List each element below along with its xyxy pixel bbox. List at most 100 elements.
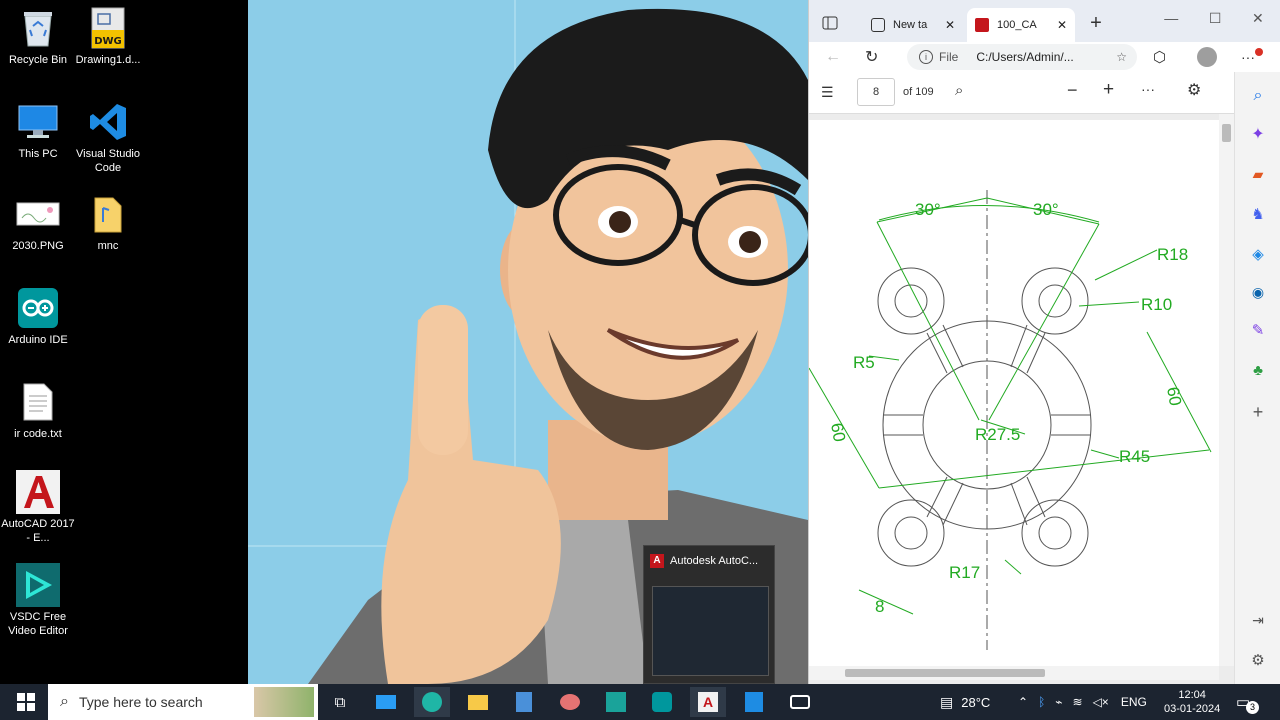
scrollbar-thumb[interactable] [1222, 124, 1231, 142]
close-icon[interactable]: ✕ [1057, 18, 1067, 32]
desktop-icon-mnc[interactable]: mnc [70, 192, 146, 253]
bluetooth-icon[interactable]: ᛒ [1038, 695, 1045, 709]
more-menu-icon[interactable]: ··· [1241, 49, 1255, 65]
tab-pdf[interactable]: 100_CA ✕ [967, 8, 1075, 42]
desktop-icon-drawing1[interactable]: DWG Drawing1.d... [70, 6, 146, 67]
close-window-icon[interactable]: ✕ [1252, 10, 1264, 27]
text-file-icon [16, 380, 60, 424]
desktop-icon-vscode[interactable]: Visual Studio Code [70, 100, 146, 175]
favorite-star-icon[interactable]: ☆ [1116, 50, 1127, 64]
desktop-icon-this-pc[interactable]: This PC [0, 100, 76, 161]
angle-arc [878, 205, 1100, 223]
desktop-icon-label: ir code.txt [14, 428, 62, 440]
desktop-icon-label: VSDC Free Video Editor [8, 611, 68, 637]
hide-sidebar-icon[interactable]: ⇥ [1235, 608, 1280, 632]
scrollbar-thumb[interactable] [845, 669, 1045, 677]
wifi-icon[interactable]: ≋ [1073, 695, 1083, 709]
add-sidebar-app-icon[interactable]: + [1235, 400, 1280, 424]
vertical-scrollbar[interactable] [1219, 114, 1234, 666]
minimize-icon[interactable]: — [1164, 10, 1178, 27]
new-tab-button[interactable]: + [1081, 8, 1111, 38]
refresh-icon[interactable]: ↻ [865, 47, 878, 67]
dwg-file-icon: DWG [86, 6, 130, 50]
url-field[interactable]: i File C:/Users/Admin/... ☆ [907, 44, 1137, 70]
start-button[interactable] [8, 687, 44, 717]
lobe-arc [1021, 267, 1089, 335]
autocad-taskbar-icon[interactable]: A [690, 687, 726, 717]
arduino-taskbar-icon[interactable] [644, 687, 680, 717]
zoom-out-icon[interactable]: − [1067, 80, 1078, 101]
preview-title: Autodesk AutoC... [670, 555, 759, 567]
desktop-icon-2030-png[interactable]: 2030.PNG [0, 192, 76, 253]
mail-app-icon[interactable] [368, 687, 404, 717]
dimension-label: 8 [875, 597, 884, 616]
leader-line [1004, 559, 1022, 575]
office-icon[interactable]: ◈ [1235, 242, 1280, 266]
this-pc-icon [16, 100, 60, 144]
clock[interactable]: 12:04 03-01-2024 [1164, 684, 1220, 720]
volume-muted-icon[interactable]: ◁× [1093, 695, 1109, 709]
notification-dot-icon [1255, 48, 1263, 56]
vsdc-taskbar-icon[interactable] [598, 687, 634, 717]
rib-line [942, 482, 964, 526]
taskbar-search-box[interactable]: ⌕ Type here to search [48, 684, 318, 720]
leader-line [1090, 449, 1120, 459]
usb-icon[interactable]: ⌁ [1055, 695, 1062, 709]
settings-icon[interactable]: ⚙ [1187, 80, 1201, 100]
vscode-taskbar-icon[interactable] [736, 687, 772, 717]
desktop-icon-autocad[interactable]: AutoCAD 2017 - E... [0, 470, 76, 545]
taskbar-preview-autocad[interactable]: A Autodesk AutoC... [643, 545, 775, 684]
clock-date: 03-01-2024 [1164, 703, 1221, 715]
desktop-icon-ir-code[interactable]: ir code.txt [0, 380, 76, 441]
address-bar: ← ↻ i File C:/Users/Admin/... ☆ ⬡ ··· [809, 42, 1280, 72]
tools-icon[interactable]: ♞ [1235, 202, 1280, 226]
shopping-icon[interactable]: ▰ [1235, 162, 1280, 186]
copilot-icon[interactable]: ✦ [1235, 122, 1280, 146]
designer-icon[interactable]: ✎ [1235, 318, 1280, 342]
file-explorer-icon[interactable] [460, 687, 496, 717]
maximize-icon[interactable]: ☐ [1209, 10, 1222, 27]
folder-icon [86, 192, 130, 236]
desktop-icon-recycle-bin[interactable]: Recycle Bin [0, 6, 76, 67]
extensions-icon[interactable]: ⬡ [1153, 48, 1166, 66]
horizontal-scrollbar[interactable] [809, 666, 1219, 680]
search-icon[interactable]: ⌕ [1235, 84, 1280, 108]
search-icon: ⌕ [60, 693, 69, 710]
recycle-bin-icon [16, 6, 60, 50]
tab-new-tab[interactable]: New ta ✕ [863, 8, 963, 42]
search-icon[interactable]: ⌕ [955, 82, 963, 99]
contents-icon[interactable]: ☰ [821, 84, 834, 101]
desktop-icon-vsdc[interactable]: VSDC Free Video Editor [0, 563, 76, 638]
outlook-icon[interactable]: ◉ [1235, 280, 1280, 304]
vsdc-icon [16, 563, 60, 607]
language-indicator[interactable]: ENG [1121, 695, 1147, 709]
desktop-icon-label: mnc [97, 240, 119, 252]
profile-avatar[interactable] [1197, 47, 1217, 67]
info-icon[interactable]: i [919, 50, 933, 64]
back-icon[interactable]: ← [825, 48, 841, 66]
camera-app-icon[interactable] [782, 687, 818, 717]
notification-center-button[interactable]: ▭ 3 [1236, 684, 1259, 720]
paint-icon[interactable] [552, 687, 588, 717]
page-number-input[interactable]: 8 [857, 78, 895, 106]
dimension-label: 60 [1163, 385, 1185, 407]
system-tray: ⌃ ᛒ ⌁ ≋ ◁× ENG [1018, 684, 1159, 720]
task-view-icon[interactable]: ⧉ [322, 687, 358, 717]
chevron-up-icon[interactable]: ⌃ [1018, 695, 1028, 709]
dimension-line [878, 449, 1210, 489]
weather-widget[interactable]: ▤ 28°C [940, 684, 990, 720]
rib-line [1026, 332, 1046, 374]
tab-actions-icon[interactable] [815, 8, 845, 38]
calculator-icon[interactable] [506, 687, 542, 717]
sidebar-settings-icon[interactable]: ⚙ [1235, 648, 1280, 672]
games-icon[interactable]: ♣ [1235, 358, 1280, 382]
lobe-hole [1038, 516, 1072, 550]
pdf-viewport: 30° 30° R18 R10 R5 60 60 R27.5 R45 R17 8 [808, 114, 1234, 684]
zoom-in-icon[interactable]: + [1103, 79, 1114, 101]
arduino-icon [16, 286, 60, 330]
edge-taskbar-icon[interactable] [414, 687, 450, 717]
desktop-icon-arduino[interactable]: Arduino IDE [0, 286, 76, 347]
close-icon[interactable]: ✕ [945, 18, 955, 32]
desktop: Recycle Bin DWG Drawing1.d... This PC Vi… [0, 0, 248, 684]
more-options-icon[interactable]: ··· [1141, 81, 1155, 97]
